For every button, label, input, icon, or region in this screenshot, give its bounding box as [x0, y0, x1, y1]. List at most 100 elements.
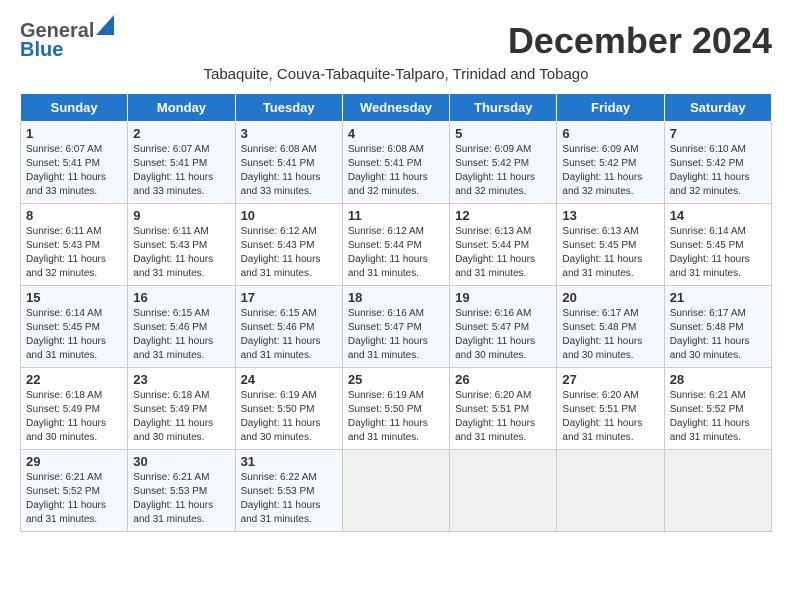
calendar-day-cell: 13Sunrise: 6:13 AM Sunset: 5:45 PM Dayli…: [557, 204, 664, 286]
calendar-day-cell: 30 Sunrise: 6:21 AM Sunset: 5:53 PM Dayli…: [128, 450, 235, 532]
weekday-header-row: SundayMondayTuesdayWednesdayThursdayFrid…: [21, 94, 772, 122]
day-number: 8: [26, 208, 122, 223]
calendar-day-cell: 17 Sunrise: 6:15 AM Sunset: 5:46 PM Dayli…: [235, 286, 342, 368]
day-info: Sunrise: 6:17 AM Sunset: 5:48 PM Dayligh…: [670, 307, 766, 363]
day-number: 22: [26, 372, 122, 387]
calendar-day-cell: 5Sunrise: 6:09 AM Sunset: 5:42 PM Daylig…: [450, 122, 557, 204]
day-info: Sunrise: 6:09 AM Sunset: 5:42 PM Dayligh…: [455, 143, 551, 199]
calendar-day-cell: 10 Sunrise: 6:12 AM Sunset: 5:43 PM Dayli…: [235, 204, 342, 286]
day-number: 25: [348, 372, 444, 387]
calendar-day-cell: 20 Sunrise: 6:17 AM Sunset: 5:48 PM Dayli…: [557, 286, 664, 368]
day-number: 21: [670, 290, 766, 305]
day-number: 10: [241, 208, 337, 223]
calendar-subtitle: Tabaquite, Couva-Tabaquite-Talparo, Trin…: [20, 66, 772, 83]
calendar-day-cell: [450, 450, 557, 532]
header: General Blue December 2024: [20, 20, 772, 62]
calendar-day-cell: 12 Sunrise: 6:13 AM Sunset: 5:44 PM Dayli…: [450, 204, 557, 286]
day-info: Sunrise: 6:15 AM Sunset: 5:46 PM Dayligh…: [133, 307, 229, 363]
day-info: Sunrise: 6:10 AM Sunset: 5:42 PM Dayligh…: [670, 143, 766, 199]
weekday-header-saturday: Saturday: [664, 94, 771, 122]
day-info: Sunrise: 6:19 AM Sunset: 5:50 PM Dayligh…: [241, 389, 337, 445]
calendar-day-cell: 23Sunrise: 6:18 AM Sunset: 5:49 PM Dayli…: [128, 368, 235, 450]
day-info: Sunrise: 6:21 AM Sunset: 5:53 PM Dayligh…: [133, 471, 229, 527]
calendar-day-cell: 18Sunrise: 6:16 AM Sunset: 5:47 PM Dayli…: [342, 286, 449, 368]
calendar-day-cell: 6Sunrise: 6:09 AM Sunset: 5:42 PM Daylig…: [557, 122, 664, 204]
day-info: Sunrise: 6:07 AM Sunset: 5:41 PM Dayligh…: [133, 143, 229, 199]
calendar-day-cell: 14Sunrise: 6:14 AM Sunset: 5:45 PM Dayli…: [664, 204, 771, 286]
day-info: Sunrise: 6:18 AM Sunset: 5:49 PM Dayligh…: [26, 389, 122, 445]
day-number: 18: [348, 290, 444, 305]
day-info: Sunrise: 6:15 AM Sunset: 5:46 PM Dayligh…: [241, 307, 337, 363]
day-info: Sunrise: 6:19 AM Sunset: 5:50 PM Dayligh…: [348, 389, 444, 445]
day-info: Sunrise: 6:20 AM Sunset: 5:51 PM Dayligh…: [455, 389, 551, 445]
weekday-header-wednesday: Wednesday: [342, 94, 449, 122]
day-info: Sunrise: 6:08 AM Sunset: 5:41 PM Dayligh…: [241, 143, 337, 199]
day-number: 9: [133, 208, 229, 223]
day-info: Sunrise: 6:20 AM Sunset: 5:51 PM Dayligh…: [562, 389, 658, 445]
calendar-day-cell: 26 Sunrise: 6:20 AM Sunset: 5:51 PM Dayli…: [450, 368, 557, 450]
calendar-day-cell: [557, 450, 664, 532]
logo-blue-text: Blue: [20, 39, 63, 61]
day-info: Sunrise: 6:08 AM Sunset: 5:41 PM Dayligh…: [348, 143, 444, 199]
calendar-day-cell: 16 Sunrise: 6:15 AM Sunset: 5:46 PM Dayli…: [128, 286, 235, 368]
day-info: Sunrise: 6:13 AM Sunset: 5:45 PM Dayligh…: [562, 225, 658, 281]
day-number: 15: [26, 290, 122, 305]
day-info: Sunrise: 6:11 AM Sunset: 5:43 PM Dayligh…: [133, 225, 229, 281]
day-number: 20: [562, 290, 658, 305]
weekday-header-sunday: Sunday: [21, 94, 128, 122]
day-info: Sunrise: 6:13 AM Sunset: 5:44 PM Dayligh…: [455, 225, 551, 281]
day-number: 16: [133, 290, 229, 305]
logo-area: General Blue: [20, 20, 114, 62]
weekday-header-tuesday: Tuesday: [235, 94, 342, 122]
day-number: 11: [348, 208, 444, 223]
day-number: 6: [562, 126, 658, 141]
calendar-day-cell: 4 Sunrise: 6:08 AM Sunset: 5:41 PM Daylig…: [342, 122, 449, 204]
weekday-header-monday: Monday: [128, 94, 235, 122]
calendar-day-cell: 29Sunrise: 6:21 AM Sunset: 5:52 PM Dayli…: [21, 450, 128, 532]
day-number: 26: [455, 372, 551, 387]
day-number: 28: [670, 372, 766, 387]
day-info: Sunrise: 6:14 AM Sunset: 5:45 PM Dayligh…: [670, 225, 766, 281]
day-number: 27: [562, 372, 658, 387]
logo-triangle-icon: [96, 15, 114, 40]
weekday-header-friday: Friday: [557, 94, 664, 122]
calendar-day-cell: 8Sunrise: 6:11 AM Sunset: 5:43 PM Daylig…: [21, 204, 128, 286]
day-number: 23: [133, 372, 229, 387]
day-info: Sunrise: 6:07 AM Sunset: 5:41 PM Dayligh…: [26, 143, 122, 199]
calendar-day-cell: 25 Sunrise: 6:19 AM Sunset: 5:50 PM Dayli…: [342, 368, 449, 450]
day-info: Sunrise: 6:12 AM Sunset: 5:44 PM Dayligh…: [348, 225, 444, 281]
day-number: 17: [241, 290, 337, 305]
logo-blue-label: Blue: [20, 39, 63, 62]
day-info: Sunrise: 6:22 AM Sunset: 5:53 PM Dayligh…: [241, 471, 337, 527]
calendar-day-cell: 27 Sunrise: 6:20 AM Sunset: 5:51 PM Dayli…: [557, 368, 664, 450]
weekday-header-thursday: Thursday: [450, 94, 557, 122]
calendar-day-cell: [342, 450, 449, 532]
calendar-week-row-1: 1 Sunrise: 6:07 AM Sunset: 5:41 PM Daylig…: [21, 122, 772, 204]
calendar-day-cell: 11 Sunrise: 6:12 AM Sunset: 5:44 PM Dayli…: [342, 204, 449, 286]
calendar-day-cell: 3 Sunrise: 6:08 AM Sunset: 5:41 PM Daylig…: [235, 122, 342, 204]
day-info: Sunrise: 6:16 AM Sunset: 5:47 PM Dayligh…: [455, 307, 551, 363]
day-info: Sunrise: 6:17 AM Sunset: 5:48 PM Dayligh…: [562, 307, 658, 363]
month-title: December 2024: [508, 20, 772, 62]
day-info: Sunrise: 6:12 AM Sunset: 5:43 PM Dayligh…: [241, 225, 337, 281]
day-number: 29: [26, 454, 122, 469]
calendar-day-cell: 21 Sunrise: 6:17 AM Sunset: 5:48 PM Dayli…: [664, 286, 771, 368]
calendar-day-cell: 28 Sunrise: 6:21 AM Sunset: 5:52 PM Dayli…: [664, 368, 771, 450]
day-number: 12: [455, 208, 551, 223]
calendar-week-row-2: 8 Sunrise: 6:11 AM Sunset: 5:43 PM Daylig…: [21, 204, 772, 286]
day-number: 19: [455, 290, 551, 305]
day-info: Sunrise: 6:14 AM Sunset: 5:45 PM Dayligh…: [26, 307, 122, 363]
calendar-week-row-5: 29Sunrise: 6:21 AM Sunset: 5:52 PM Dayli…: [21, 450, 772, 532]
day-number: 3: [241, 126, 337, 141]
calendar-table: SundayMondayTuesdayWednesdayThursdayFrid…: [20, 93, 772, 532]
day-number: 1: [26, 126, 122, 141]
day-info: Sunrise: 6:21 AM Sunset: 5:52 PM Dayligh…: [670, 389, 766, 445]
day-number: 30: [133, 454, 229, 469]
day-number: 7: [670, 126, 766, 141]
calendar-day-cell: 15 Sunrise: 6:14 AM Sunset: 5:45 PM Dayli…: [21, 286, 128, 368]
day-number: 24: [241, 372, 337, 387]
day-number: 4: [348, 126, 444, 141]
calendar-day-cell: 2Sunrise: 6:07 AM Sunset: 5:41 PM Daylig…: [128, 122, 235, 204]
day-number: 31: [241, 454, 337, 469]
calendar-day-cell: 7 Sunrise: 6:10 AM Sunset: 5:42 PM Daylig…: [664, 122, 771, 204]
